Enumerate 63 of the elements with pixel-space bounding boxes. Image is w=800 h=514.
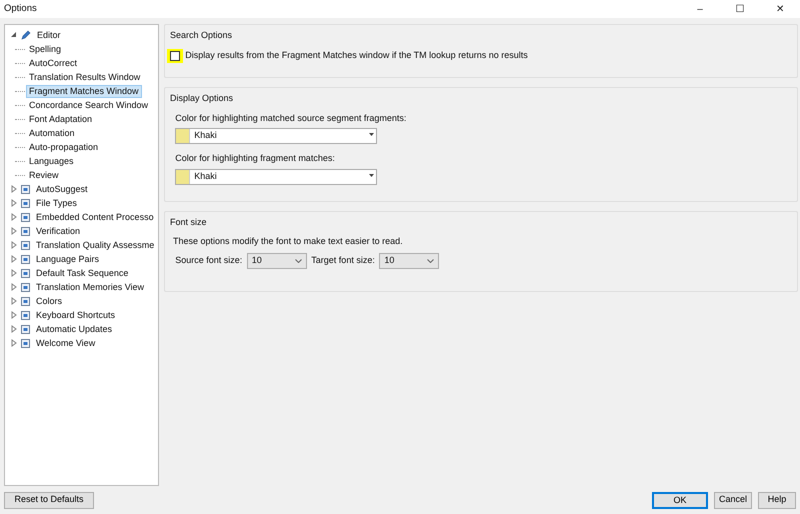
tree-item[interactable]: Automation: [26, 126, 78, 140]
caret-icon: [368, 133, 374, 136]
chevron-icon: [294, 259, 302, 263]
tree-item[interactable]: File Types: [33, 196, 80, 210]
maximize-button[interactable]: ☐: [720, 2, 760, 16]
expand-arrow-icon[interactable]: [10, 199, 18, 207]
tree-item[interactable]: Spelling: [26, 42, 64, 56]
tree-item[interactable]: Font Adaptation: [26, 112, 96, 126]
expand-arrow-icon[interactable]: [10, 297, 18, 305]
expand-arrow-icon[interactable]: [10, 185, 18, 193]
tree-item[interactable]: Verification: [33, 224, 84, 238]
tree-item[interactable]: Embedded Content Processo: [33, 210, 157, 224]
tree-item[interactable]: Translation Memories View: [33, 280, 148, 294]
tree-item[interactable]: Languages: [26, 154, 77, 168]
field-label: Color for highlighting matched source segment fragments:: [175, 112, 408, 125]
group-title: Font size: [170, 216, 207, 228]
dialog-button[interactable]: OK: [652, 492, 708, 508]
expand-arrow-icon[interactable]: [10, 227, 18, 235]
dialog-button[interactable]: Cancel: [714, 492, 752, 508]
group-title: Display Options: [170, 92, 234, 105]
expand-arrow-icon[interactable]: [10, 269, 18, 277]
tree-item[interactable]: Welcome View: [33, 336, 98, 350]
font-size-dropdown[interactable]: 10: [379, 253, 440, 269]
minimize-button[interactable]: –: [680, 2, 720, 16]
expand-arrow-icon[interactable]: [10, 339, 18, 347]
tree-item[interactable]: AutoSuggest: [33, 182, 91, 196]
dialog-button[interactable]: Help: [758, 492, 796, 508]
expand-arrow-icon[interactable]: [10, 255, 18, 263]
close-button[interactable]: ✕: [760, 2, 800, 16]
collapse-arrow-icon[interactable]: [10, 31, 18, 39]
tree-item[interactable]: Review: [26, 168, 62, 182]
group-title: Search Options: [170, 29, 232, 42]
field-label: Target font size:: [311, 254, 375, 268]
reset-button[interactable]: Reset to Defaults: [4, 492, 94, 508]
expand-arrow-icon[interactable]: [10, 311, 18, 319]
tree-item[interactable]: Automatic Updates: [33, 322, 116, 336]
chevron-icon: [427, 259, 434, 263]
description-text: These options modify the font to make text easier to read.: [173, 235, 404, 248]
checkbox[interactable]: [170, 50, 180, 60]
caret-icon: [368, 174, 374, 177]
pencil-icon: [21, 30, 31, 40]
tree-item[interactable]: Editor: [34, 28, 64, 42]
font-size-dropdown[interactable]: 10: [246, 253, 307, 269]
expand-arrow-icon[interactable]: [10, 213, 18, 221]
color-dropdown[interactable]: Khaki: [175, 128, 378, 144]
field-label: Source font size:: [175, 254, 242, 268]
tree-item[interactable]: Fragment Matches Window: [26, 84, 142, 98]
tree-item[interactable]: Concordance Search Window: [26, 98, 152, 112]
tree-item[interactable]: Translation Quality Assessme: [33, 238, 158, 252]
tree-item[interactable]: Translation Results Window: [26, 70, 144, 84]
tree-item[interactable]: Keyboard Shortcuts: [33, 308, 118, 322]
tree-item[interactable]: AutoCorrect: [26, 56, 80, 70]
checkbox-label: Display results from the Fragment Matches window if the TM lookup returns no results: [185, 48, 528, 62]
tree-item[interactable]: Auto-propagation: [26, 140, 102, 154]
tree-item[interactable]: Default Task Sequence: [33, 266, 132, 280]
color-dropdown[interactable]: Khaki: [175, 168, 378, 184]
tree-item[interactable]: Colors: [33, 294, 66, 308]
field-label: Color for highlighting fragment matches:: [175, 152, 336, 165]
expand-arrow-icon[interactable]: [10, 325, 18, 333]
tree-item[interactable]: Language Pairs: [33, 252, 102, 266]
window-title: Options: [3, 2, 38, 16]
expand-arrow-icon[interactable]: [10, 241, 18, 249]
expand-arrow-icon[interactable]: [10, 283, 18, 291]
